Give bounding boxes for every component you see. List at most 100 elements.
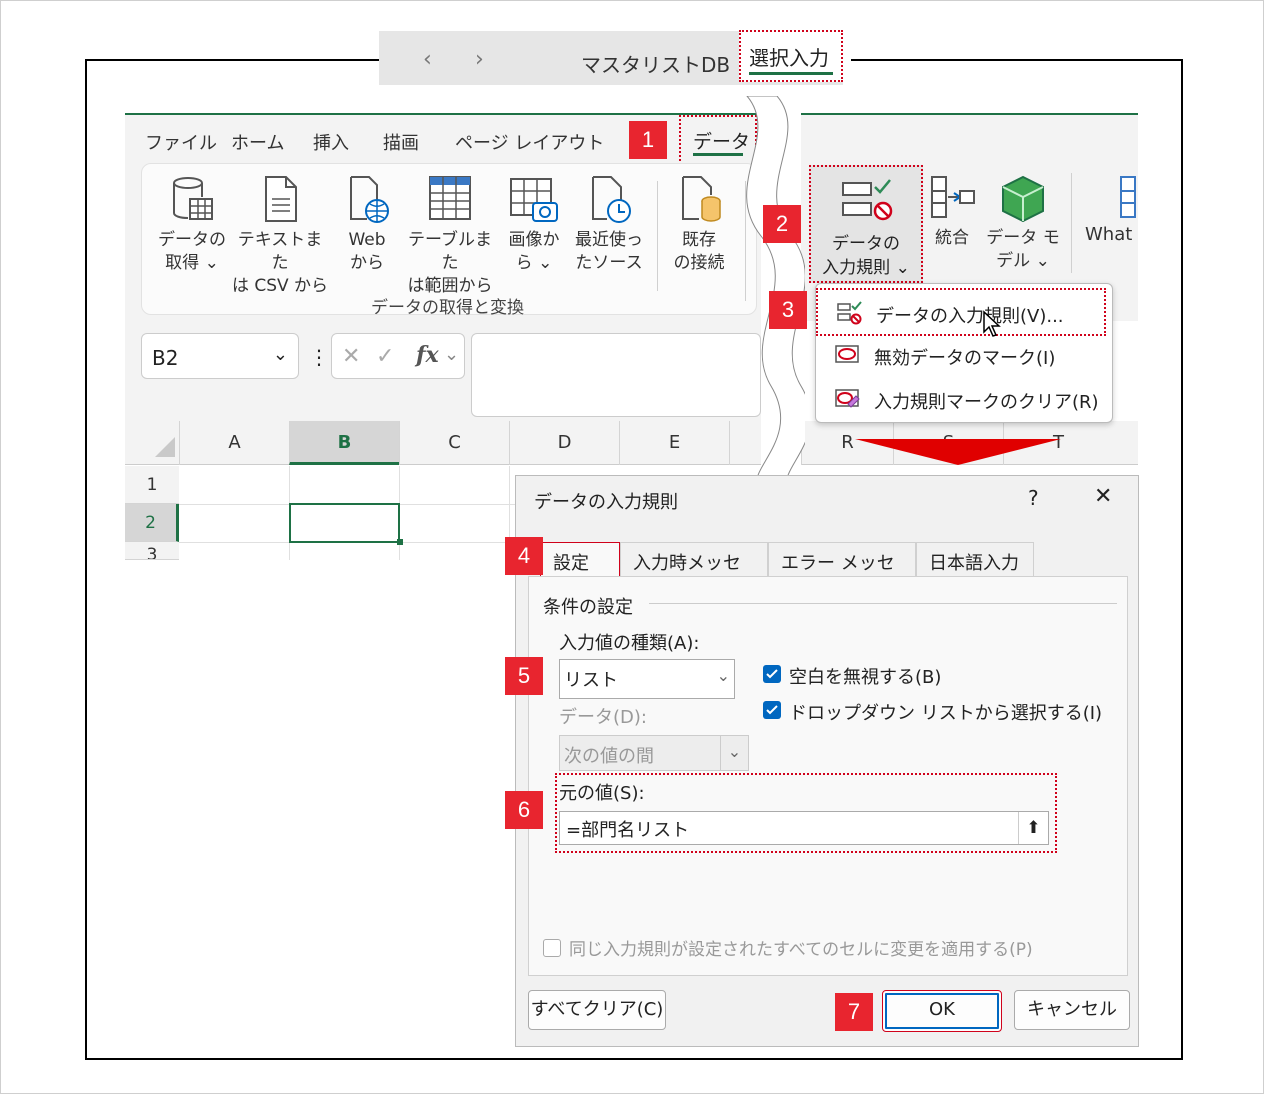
column-header-e[interactable]: E	[619, 421, 729, 465]
more-options-icon[interactable]: ⋮	[309, 345, 329, 369]
tab-settings-label: 設定	[553, 553, 589, 574]
text-file-icon	[265, 176, 297, 222]
clear-all-button[interactable]: すべてクリア(C)	[528, 990, 666, 1030]
tab-ime[interactable]: 日本語入力	[916, 542, 1034, 578]
column-headers: A B C D E	[125, 421, 761, 465]
dropdown-item-clear-circles[interactable]: 入力規則マークのクリア(R)	[874, 388, 1099, 414]
menu-file[interactable]: ファイル	[145, 129, 217, 155]
tab-ime-label: 日本語入力	[929, 553, 1019, 574]
get-data-button[interactable]: データの 取得 ⌄	[155, 173, 229, 275]
formula-bar[interactable]	[471, 333, 761, 417]
clear-all-label: すべてクリア(C)	[530, 999, 664, 1020]
step-badge-1: 1	[629, 121, 667, 159]
active-cell-b2[interactable]	[289, 503, 400, 543]
from-web-button[interactable]: Web から	[339, 173, 395, 275]
from-table-range-button[interactable]: テーブルまた は範囲から	[401, 173, 499, 298]
what-if-button[interactable]: What	[1085, 173, 1137, 246]
collapse-dialog-icon[interactable]: ⬆	[1018, 812, 1048, 844]
source-group: 元の値(S): =部門名リスト ⬆	[555, 773, 1057, 853]
from-text-csv-button[interactable]: テキストまた は CSV から	[231, 173, 329, 298]
allow-combo[interactable]: リスト ⌄	[559, 659, 735, 699]
row-header-2[interactable]: 2	[125, 504, 179, 542]
ok-button[interactable]: OK	[882, 990, 1002, 1032]
ignore-blank-label: 空白を無視する(B)	[789, 667, 942, 688]
recent-sources-label-1: 最近使っ	[575, 230, 643, 250]
ribbon-separator	[1071, 173, 1072, 273]
existing-connection-icon	[682, 176, 721, 222]
ok-label: OK	[929, 999, 955, 1020]
recent-clock-icon	[592, 176, 631, 223]
dialog-title: データの入力規則	[534, 492, 678, 513]
column-header-d[interactable]: D	[509, 421, 619, 465]
active-tab-underline	[749, 72, 833, 75]
recent-sources-label-2: たソース	[575, 253, 643, 273]
name-box[interactable]: B2 ⌄	[141, 333, 299, 379]
in-cell-dropdown-checkbox[interactable]	[763, 701, 781, 719]
data-validation-button[interactable]: データの 入力規則 ⌄	[809, 165, 923, 283]
help-icon[interactable]: ?	[1028, 486, 1039, 510]
get-data-label-1: データの	[158, 230, 226, 250]
from-text-label-2: は CSV から	[231, 276, 329, 296]
next-sheet-icon[interactable]: ›	[475, 47, 484, 72]
data-validation-dropdown: データの入力規則(V)... 無効データのマーク(I) 入力規則マークのクリア(…	[815, 283, 1113, 423]
column-header-a[interactable]: A	[179, 421, 289, 465]
from-web-label-2: から	[350, 253, 384, 273]
apply-all-checkbox[interactable]	[543, 939, 561, 957]
dropdown-item-data-validation[interactable]: データの入力規則(V)...	[816, 288, 1106, 337]
data-model-button[interactable]: データ モ デル ⌄	[985, 173, 1061, 273]
consolidate-button[interactable]: 統合	[927, 173, 977, 250]
tab-input-message[interactable]: 入力時メッセージ	[620, 542, 768, 600]
what-if-label: What	[1085, 224, 1133, 245]
source-input-value: =部門名リスト	[566, 820, 690, 841]
chevron-down-icon: ⌄	[720, 736, 748, 770]
tab-error-alert[interactable]: エラー メッセージ	[768, 542, 916, 600]
step-badge-5: 5	[505, 657, 543, 695]
ignore-blank-checkbox[interactable]	[763, 665, 781, 683]
row-header-1[interactable]: 1	[125, 466, 179, 504]
chevron-down-icon[interactable]: ⌄	[273, 344, 288, 365]
data-validation-icon	[837, 301, 862, 325]
cancel-label: キャンセル	[1027, 999, 1117, 1020]
mouse-cursor-icon	[983, 310, 1001, 337]
source-input[interactable]: =部門名リスト ⬆	[559, 811, 1049, 845]
database-icon	[173, 177, 213, 220]
existing-connections-label-2: の接続	[673, 253, 725, 273]
select-all-icon[interactable]	[153, 435, 177, 459]
close-icon[interactable]: ✕	[1094, 484, 1112, 509]
row-header-3[interactable]: 3	[125, 542, 179, 560]
from-picture-label-1: 画像か	[508, 230, 560, 250]
step-badge-6: 6	[505, 791, 543, 829]
data-model-label-1: データ モ	[986, 228, 1060, 248]
web-globe-icon	[350, 176, 389, 223]
step-badge-3: 3	[769, 291, 807, 329]
menu-insert[interactable]: 挿入	[313, 129, 349, 155]
column-header-c[interactable]: C	[399, 421, 509, 465]
fill-handle[interactable]	[397, 539, 403, 545]
menu-home[interactable]: ホーム	[231, 129, 284, 155]
ribbon-menu-bar-right	[801, 113, 1138, 161]
from-picture-label-2: ら ⌄	[515, 253, 553, 273]
circle-invalid-icon	[835, 345, 859, 363]
check-icon	[766, 669, 778, 679]
chevron-down-icon[interactable]: ⌄	[717, 666, 730, 685]
from-text-label-1: テキストまた	[237, 230, 323, 273]
cancel-button[interactable]: キャンセル	[1014, 990, 1130, 1030]
data-combo-value: 次の値の間	[564, 746, 654, 767]
existing-connections-button[interactable]: 既存 の接続	[667, 173, 731, 275]
settings-panel: 条件の設定 入力値の種類(A): リスト ⌄ 空白を無視する(B) ドロップダウ…	[528, 576, 1128, 976]
from-picture-button[interactable]: 画像か ら ⌄	[503, 173, 565, 275]
prev-sheet-icon[interactable]: ‹	[423, 47, 432, 72]
sheet-tab-masterlistdb[interactable]: マスタリストDB	[581, 49, 730, 78]
dropdown-item-circle-invalid[interactable]: 無効データのマーク(I)	[874, 344, 1055, 370]
column-header-b[interactable]: B	[289, 421, 399, 465]
chevron-down-icon[interactable]: ⌄	[444, 344, 459, 365]
tab-settings[interactable]: 設定	[540, 542, 620, 578]
menu-page-layout[interactable]: ページ レイアウト	[455, 129, 604, 155]
apply-all-label: 同じ入力規則が設定されたすべてのセルに変更を適用する(P)	[569, 940, 1033, 960]
recent-sources-button[interactable]: 最近使っ たソース	[569, 173, 649, 275]
enter-icon[interactable]: ✓	[376, 344, 394, 369]
menu-draw[interactable]: 描画	[383, 129, 419, 155]
sheet-tab-selection-input[interactable]: 選択入力	[739, 30, 843, 82]
insert-function-icon[interactable]: fx	[416, 342, 439, 368]
cancel-icon[interactable]: ✕	[342, 344, 360, 369]
